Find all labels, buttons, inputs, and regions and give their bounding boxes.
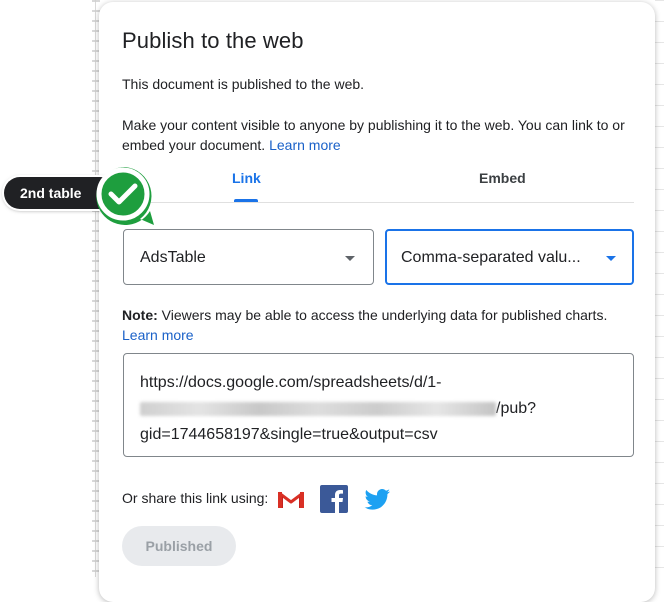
dropdown-arrow-icon: [345, 256, 355, 261]
format-select-value: Comma-separated valu...: [401, 249, 581, 266]
checkmark-icon: [96, 167, 154, 225]
note-body: Viewers may be able to access the underl…: [161, 307, 608, 323]
dropdown-arrow-icon: [606, 256, 616, 261]
published-status-text: This document is published to the web.: [122, 76, 365, 92]
active-tab-indicator: [234, 199, 258, 202]
publish-info-text: Make your content visible to anyone by p…: [122, 115, 632, 155]
format-select-dropdown[interactable]: Comma-separated valu...: [385, 229, 634, 285]
annotation-label: 2nd table: [20, 185, 82, 201]
publish-info-body: Make your content visible to anyone by p…: [122, 117, 625, 153]
share-label: Or share this link using:: [122, 490, 269, 506]
url-line-2-suffix: /pub?: [496, 400, 537, 417]
tab-bar: Link Embed: [122, 162, 634, 203]
publish-dialog: Publish to the web This document is publ…: [99, 2, 655, 602]
url-line-3: gid=1744658197&single=true&output=csv: [140, 426, 438, 443]
url-line-1: https://docs.google.com/spreadsheets/d/1…: [140, 374, 442, 391]
table-select-value: AdsTable: [140, 249, 206, 266]
published-button: Published: [122, 526, 236, 566]
redacted-url-segment: [140, 401, 496, 416]
dialog-title: Publish to the web: [122, 28, 304, 53]
published-url-field[interactable]: https://docs.google.com/spreadsheets/d/1…: [123, 353, 634, 457]
table-select-dropdown[interactable]: AdsTable: [123, 229, 374, 285]
learn-more-link[interactable]: Learn more: [269, 137, 341, 153]
note-label: Note:: [122, 307, 158, 323]
tab-embed[interactable]: Embed: [479, 170, 526, 186]
spreadsheet-grid-edge: [655, 0, 664, 577]
note-learn-more-link[interactable]: Learn more: [122, 327, 194, 343]
twitter-icon[interactable]: [362, 484, 392, 514]
tab-link[interactable]: Link: [232, 170, 261, 186]
note-text: Note: Viewers may be able to access the …: [122, 305, 632, 345]
url-line-2: /pub?: [140, 396, 617, 422]
facebook-icon[interactable]: [319, 484, 349, 514]
gmail-icon[interactable]: [276, 484, 306, 514]
